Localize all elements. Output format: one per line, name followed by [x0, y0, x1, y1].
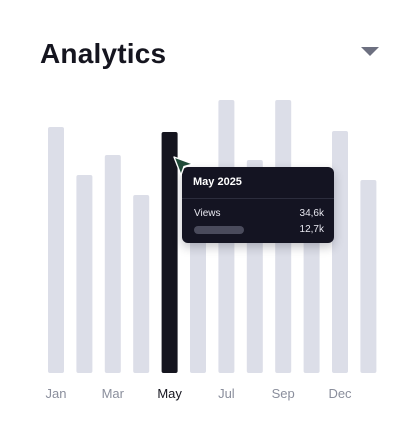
- bar-mar[interactable]: [104, 155, 121, 373]
- cursor-arrow-icon: [172, 154, 196, 178]
- x-tick-label-jan: Jan: [46, 386, 67, 401]
- x-tick-label-jul: Jul: [218, 386, 235, 401]
- tooltip-metric-label: Views: [194, 208, 221, 219]
- bar-jan[interactable]: [48, 127, 64, 373]
- tooltip-placeholder-bar: [194, 226, 244, 234]
- bar-feb[interactable]: [76, 175, 93, 373]
- x-tick-label-dec: Dec: [328, 386, 352, 401]
- tooltip-secondary-value: 12,7k: [299, 224, 324, 235]
- tooltip-metric-value: 34,6k: [299, 208, 324, 219]
- tooltip-divider: [182, 198, 334, 199]
- chart-tooltip: May 2025 Views 34,6k 12,7k: [182, 167, 334, 243]
- bar-apr[interactable]: [133, 195, 150, 373]
- x-tick-label-sep: Sep: [272, 386, 295, 401]
- analytics-card: Analytics Jan Mar May Jul Sep Dec May 2025 Vi…: [0, 0, 420, 436]
- x-tick-label-mar: Mar: [102, 386, 125, 401]
- x-tick-label-may: May: [157, 386, 182, 401]
- bar-nov[interactable]: [332, 131, 348, 373]
- tooltip-title: May 2025: [193, 176, 242, 188]
- bar-dec[interactable]: [360, 180, 377, 373]
